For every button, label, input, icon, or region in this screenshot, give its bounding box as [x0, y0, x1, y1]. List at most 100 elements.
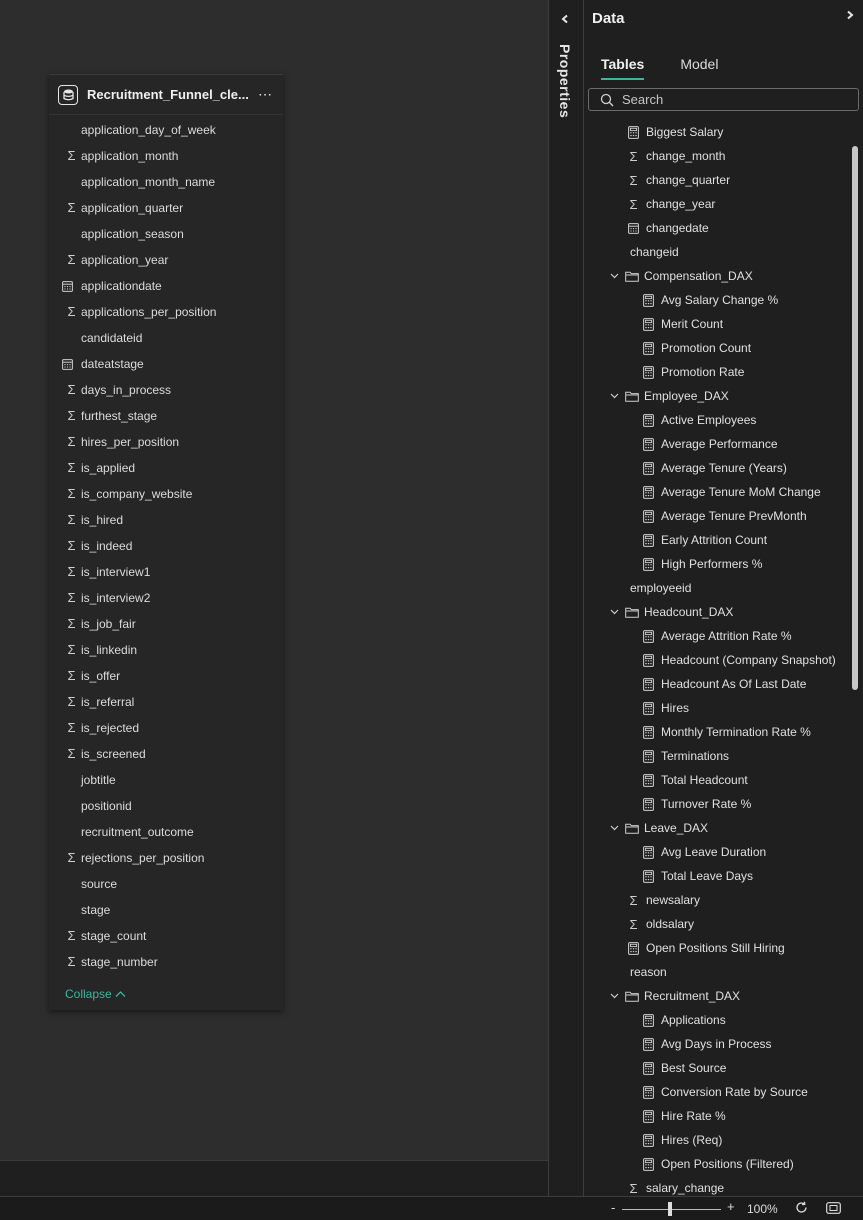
field-item[interactable]: Σis_screened [49, 741, 283, 767]
tab-tables[interactable]: Tables [601, 56, 645, 80]
tree-item[interactable]: Headcount (Company Snapshot) [584, 648, 849, 672]
field-item[interactable]: Σrejections_per_position [49, 845, 283, 871]
field-item[interactable]: Σstage_count [49, 923, 283, 949]
field-item[interactable]: Σis_indeed [49, 533, 283, 559]
field-item[interactable]: Σis_job_fair [49, 611, 283, 637]
tree-item[interactable]: Promotion Rate [584, 360, 849, 384]
field-item[interactable]: Σis_hired [49, 507, 283, 533]
field-item[interactable]: Σis_interview1 [49, 559, 283, 585]
tree-item[interactable]: Headcount As Of Last Date [584, 672, 849, 696]
tree-folder[interactable]: Compensation_DAX [584, 264, 849, 288]
tree-item[interactable]: Σchange_year [584, 192, 849, 216]
field-item[interactable]: Σapplication_year [49, 247, 283, 273]
zoom-out-button[interactable]: - [611, 1200, 615, 1215]
field-item[interactable]: Σis_interview2 [49, 585, 283, 611]
tree-item[interactable]: Average Tenure (Years) [584, 456, 849, 480]
field-item[interactable]: candidateid [49, 325, 283, 351]
field-item[interactable]: Σis_referral [49, 689, 283, 715]
tree-item[interactable]: Applications [584, 1008, 849, 1032]
field-item[interactable]: positionid [49, 793, 283, 819]
field-item[interactable]: Σis_company_website [49, 481, 283, 507]
tree-item[interactable]: Total Headcount [584, 768, 849, 792]
tree-item[interactable]: Best Source [584, 1056, 849, 1080]
tree-item[interactable]: Avg Days in Process [584, 1032, 849, 1056]
tree-item[interactable]: employeeid [584, 576, 849, 600]
fit-to-page-icon[interactable] [826, 1202, 841, 1214]
tree-item[interactable]: Open Positions Still Hiring [584, 936, 849, 960]
tree-item[interactable]: Σnewsalary [584, 888, 849, 912]
field-item[interactable]: application_day_of_week [49, 117, 283, 143]
tree-item[interactable]: Turnover Rate % [584, 792, 849, 816]
chevron-down-icon[interactable] [610, 393, 622, 399]
field-item[interactable]: Σfurthest_stage [49, 403, 283, 429]
chevron-down-icon[interactable] [610, 825, 622, 831]
chevron-down-icon[interactable] [610, 273, 622, 279]
tree-item[interactable]: Σchange_quarter [584, 168, 849, 192]
tree-item[interactable]: Average Tenure PrevMonth [584, 504, 849, 528]
tree-item[interactable]: Average Attrition Rate % [584, 624, 849, 648]
field-item[interactable]: Σis_offer [49, 663, 283, 689]
tree-item[interactable]: Σchange_month [584, 144, 849, 168]
tree-item[interactable]: Conversion Rate by Source [584, 1080, 849, 1104]
tree-item[interactable]: changeid [584, 240, 849, 264]
field-item[interactable]: Σis_linkedin [49, 637, 283, 663]
tree-item[interactable]: Average Performance [584, 432, 849, 456]
tree-item[interactable]: Total Leave Days [584, 864, 849, 888]
data-pane-scrollbar[interactable] [852, 146, 858, 690]
chevron-down-icon[interactable] [610, 609, 622, 615]
tree-item[interactable]: Σsalary_change [584, 1176, 849, 1196]
tree-folder[interactable]: Headcount_DAX [584, 600, 849, 624]
field-item[interactable]: Σstage_number [49, 949, 283, 975]
tree-item[interactable]: Open Positions (Filtered) [584, 1152, 849, 1176]
tree-folder[interactable]: Recruitment_DAX [584, 984, 849, 1008]
field-item[interactable]: Σis_applied [49, 455, 283, 481]
more-options-icon[interactable]: ⋯ [258, 86, 273, 103]
model-canvas[interactable]: Recruitment_Funnel_cle... ⋯ application_… [0, 0, 548, 1160]
field-item[interactable]: jobtitle [49, 767, 283, 793]
tree-item[interactable]: Early Attrition Count [584, 528, 849, 552]
tree-item[interactable]: Σoldsalary [584, 912, 849, 936]
tree-item[interactable]: Average Tenure MoM Change [584, 480, 849, 504]
field-item[interactable]: Σapplications_per_position [49, 299, 283, 325]
zoom-in-button[interactable]: + [727, 1199, 735, 1214]
field-item[interactable]: source [49, 871, 283, 897]
field-item[interactable]: application_season [49, 221, 283, 247]
tree-item[interactable]: Promotion Count [584, 336, 849, 360]
tree-item[interactable]: Hires [584, 696, 849, 720]
tree-item[interactable]: Avg Leave Duration [584, 840, 849, 864]
field-item[interactable]: application_month_name [49, 169, 283, 195]
tree-folder[interactable]: Employee_DAX [584, 384, 849, 408]
field-item[interactable]: Σhires_per_position [49, 429, 283, 455]
field-item[interactable]: stage [49, 897, 283, 923]
field-item[interactable]: recruitment_outcome [49, 819, 283, 845]
field-item[interactable]: dateatstage [49, 351, 283, 377]
chevron-down-icon[interactable] [610, 993, 622, 999]
tree-item[interactable]: reason [584, 960, 849, 984]
search-box[interactable] [588, 88, 859, 111]
properties-pane-collapsed[interactable]: Properties [548, 0, 584, 1196]
collapse-data-pane-icon[interactable] [845, 10, 855, 20]
field-item[interactable]: Σapplication_month [49, 143, 283, 169]
tree-item[interactable]: changedate [584, 216, 849, 240]
field-item[interactable]: applicationdate [49, 273, 283, 299]
zoom-slider-thumb[interactable] [668, 1202, 672, 1216]
table-card-header[interactable]: Recruitment_Funnel_cle... ⋯ [49, 75, 283, 115]
field-item[interactable]: Σis_rejected [49, 715, 283, 741]
tree-item[interactable]: Biggest Salary [584, 120, 849, 144]
tree-item[interactable]: Merit Count [584, 312, 849, 336]
field-item[interactable]: Σdays_in_process [49, 377, 283, 403]
field-item[interactable]: Σapplication_quarter [49, 195, 283, 221]
tree-item[interactable]: Hires (Req) [584, 1128, 849, 1152]
properties-label[interactable]: Properties [557, 44, 573, 118]
refresh-icon[interactable] [795, 1201, 808, 1214]
tree-item[interactable]: Terminations [584, 744, 849, 768]
collapse-button[interactable]: Collapse [65, 987, 126, 1001]
tree-item[interactable]: Hire Rate % [584, 1104, 849, 1128]
expand-properties-icon[interactable] [560, 14, 570, 24]
tree-item[interactable]: Monthly Termination Rate % [584, 720, 849, 744]
table-card[interactable]: Recruitment_Funnel_cle... ⋯ application_… [49, 74, 283, 1010]
tree-item[interactable]: Active Employees [584, 408, 849, 432]
tree-item[interactable]: High Performers % [584, 552, 849, 576]
tree-folder[interactable]: Leave_DAX [584, 816, 849, 840]
search-input[interactable] [622, 92, 842, 107]
